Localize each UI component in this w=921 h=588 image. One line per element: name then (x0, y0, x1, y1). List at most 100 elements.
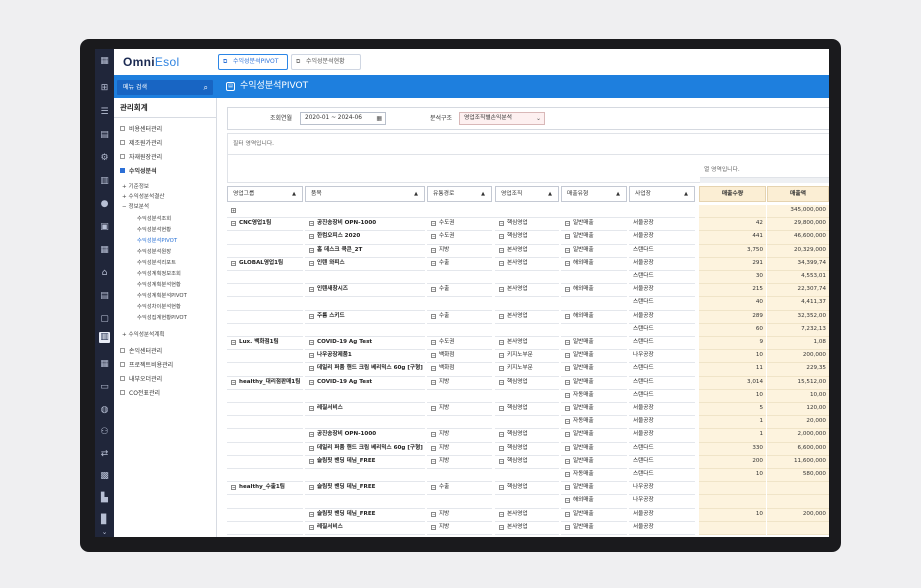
collapse-toggle-icon[interactable]: − (431, 234, 436, 240)
sidebar-subgroup-info[interactable]: − 정보분석 (122, 203, 149, 211)
cell-channel[interactable]: − 수출 (427, 284, 492, 298)
people-icon[interactable]: ⚇ (99, 427, 110, 438)
cell-channel[interactable]: − 백화점 (427, 363, 492, 377)
collapse-toggle-icon[interactable]: − (431, 406, 436, 411)
collapse-toggle-icon[interactable]: − (231, 340, 236, 345)
collapse-toggle-icon[interactable]: − (431, 511, 436, 517)
cell-channel[interactable]: − 지방 (427, 429, 492, 443)
collapse-toggle-icon[interactable]: − (231, 221, 236, 227)
cell-sales-type[interactable]: − 일반매출 (561, 403, 627, 417)
collapse-toggle-icon[interactable]: − (431, 379, 436, 385)
collapse-toggle-icon[interactable]: − (499, 524, 504, 530)
cell-sales-type[interactable]: − 일반매출 (561, 443, 627, 456)
chevron-down-icon[interactable]: ⌄ (99, 527, 110, 537)
collapse-toggle-icon[interactable]: − (431, 221, 436, 227)
collapse-toggle-icon[interactable]: − (565, 485, 570, 491)
cell-item[interactable]: − 한컴오피스 2020 (305, 231, 425, 245)
cell-sales-org[interactable]: − 본사영업 (495, 311, 559, 324)
collapse-toggle-icon[interactable]: − (565, 234, 570, 240)
collapse-toggle-icon[interactable]: − (565, 247, 570, 253)
sidebar-subgroup-basic[interactable]: + 기준정보 (122, 183, 149, 191)
cell-sales-type[interactable]: − 해외매출 (561, 311, 627, 324)
sidebar-leaf[interactable]: 수익성차이분석현황 (137, 303, 181, 311)
collapse-toggle-icon[interactable]: − (565, 445, 570, 451)
value-header-amount[interactable]: 매출액 (767, 186, 829, 202)
collapse-toggle-icon[interactable]: − (431, 432, 436, 438)
cell-channel[interactable]: − 지방 (427, 456, 492, 469)
cell-sales-type[interactable]: − 일반매출 (561, 350, 627, 364)
cell-channel[interactable]: − 수출 (427, 258, 492, 271)
cell-item[interactable]: − 레질서비스 (305, 522, 425, 535)
cell-sales-type[interactable]: − 일반매출 (561, 429, 627, 443)
collapse-toggle-icon[interactable]: − (499, 340, 504, 345)
collapse-toggle-icon[interactable]: − (565, 221, 570, 227)
collapse-toggle-icon[interactable]: − (309, 511, 314, 517)
collapse-toggle-icon[interactable]: − (431, 458, 436, 464)
calculator-icon[interactable]: ▣ (99, 222, 110, 233)
doc-settings-icon[interactable]: ▥ (99, 176, 110, 187)
sidebar-subgroup-plan[interactable]: + 수익성분석계획 (122, 331, 165, 339)
cell-sales-org[interactable]: − 키지노부문 (495, 350, 559, 364)
cell-channel[interactable]: − 지방 (427, 443, 492, 456)
sidebar-leaf-selected[interactable]: 수익성분석PIVOT (137, 237, 177, 245)
cell-sales-group[interactable]: − CNC영업1팀 (227, 218, 303, 232)
collapse-toggle-icon[interactable]: − (309, 221, 314, 227)
collapse-toggle-icon[interactable]: − (431, 340, 436, 345)
factory-icon[interactable]: ▙ (99, 493, 110, 504)
gear-icon[interactable]: ⚙ (99, 153, 110, 164)
collapse-toggle-icon[interactable]: − (309, 406, 314, 411)
cell-channel[interactable]: − 수출 (427, 482, 492, 496)
collapse-toggle-icon[interactable]: − (431, 366, 436, 372)
row-header-sales-type[interactable]: 매출유형 ▲ (561, 186, 627, 202)
collapse-toggle-icon[interactable]: − (499, 445, 504, 451)
cell-sales-type[interactable]: − 일반매출 (561, 363, 627, 377)
collapse-toggle-icon[interactable]: − (499, 287, 504, 293)
cell-channel[interactable]: − 지방 (427, 245, 492, 258)
report-icon[interactable]: ▤ (99, 291, 110, 302)
cell-sales-type[interactable]: − 해외매출 (561, 495, 627, 509)
period-input[interactable]: 2020-01 ~ 2024-06 ▦ (300, 112, 386, 125)
cell-sales-group[interactable]: − healthy_대리점판매1팀 (227, 377, 303, 390)
collapse-toggle-icon[interactable]: − (431, 445, 436, 451)
sidebar-item-cost-center[interactable]: 비용센터관리 (120, 126, 162, 134)
row-header-sales-group[interactable]: 영업그룹 ▲ (227, 186, 303, 202)
sidebar-item-profitability[interactable]: 수익성분석 (120, 168, 157, 176)
collapse-toggle-icon[interactable]: − (565, 340, 570, 345)
store-icon[interactable]: ⌂ (99, 268, 110, 279)
list-icon[interactable]: ☰ (99, 107, 110, 118)
value-header-qty[interactable]: 매출수량 (699, 186, 766, 202)
collapse-toggle-icon[interactable]: − (499, 406, 504, 411)
cell-item[interactable]: − 공진송장비 OPN-1000 (305, 429, 425, 443)
collapse-toggle-icon[interactable]: − (499, 221, 504, 227)
cell-item[interactable]: − 공진송장비 OPN-1000 (305, 218, 425, 232)
sidebar-leaf[interactable]: 수익성계획분석현황 (137, 281, 181, 289)
sidebar-item-material-ledger[interactable]: 자재원장관리 (120, 154, 162, 162)
cell-channel[interactable]: − 수도권 (427, 231, 492, 245)
cell-channel[interactable]: − 백화점 (427, 350, 492, 364)
cell-item[interactable]: − 데일리 퍼퓸 핸드 크림 베리믹스 60g [구형] (305, 443, 425, 456)
collapse-toggle-icon[interactable]: − (309, 313, 314, 319)
cell-sales-type[interactable]: − 일반매출 (561, 218, 627, 232)
cell-item[interactable]: − 데일리 퍼퓸 핸드 크림 베리믹스 60g [구형] (305, 363, 425, 377)
collapse-toggle-icon[interactable]: − (309, 432, 314, 438)
collapse-toggle-icon[interactable]: − (565, 472, 570, 477)
folder-icon[interactable]: ▭ (99, 382, 110, 393)
cell-sales-type[interactable]: − 일반매출 (561, 231, 627, 245)
cell-item[interactable]: − 레질서비스 (305, 403, 425, 417)
cell-sales-org[interactable]: − 핵심영업 (495, 482, 559, 496)
chart-doc-icon[interactable]: ▦ (99, 359, 110, 370)
grid-menu-icon[interactable]: ▦ (99, 56, 110, 67)
cell-channel[interactable]: − 수도권 (427, 218, 492, 232)
row-header-site[interactable]: 사업장 ▲ (629, 186, 695, 202)
cell-channel[interactable]: − 수출 (427, 311, 492, 324)
collapse-toggle-icon[interactable]: − (309, 353, 314, 359)
collapse-toggle-icon[interactable]: − (309, 247, 314, 253)
collapse-toggle-icon[interactable]: − (499, 458, 504, 464)
collapse-toggle-icon[interactable]: − (309, 340, 314, 345)
cell-channel[interactable]: − 지방 (427, 509, 492, 522)
user-icon[interactable]: ● (99, 199, 110, 210)
collapse-toggle-icon[interactable]: − (565, 313, 570, 319)
transfer-icon[interactable]: ⇄ (99, 449, 110, 460)
profit-analysis-icon[interactable]: ▥ (99, 332, 110, 343)
sidebar-item-project-cost[interactable]: 프로젝트비용관리 (120, 362, 173, 370)
